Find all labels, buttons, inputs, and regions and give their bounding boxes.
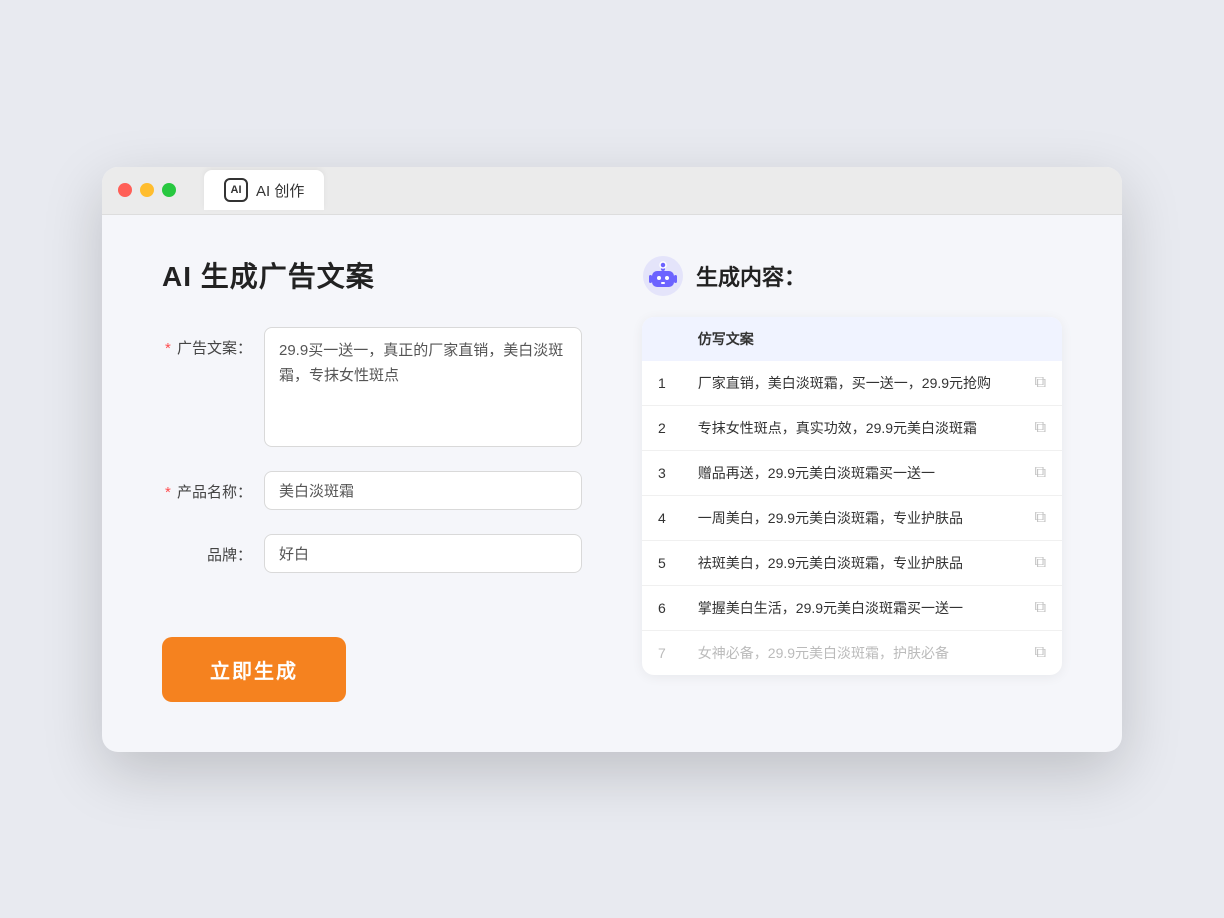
col-num <box>642 317 682 361</box>
result-number: 7 <box>642 630 682 675</box>
page-title: AI 生成广告文案 <box>162 255 582 295</box>
brand-input[interactable] <box>264 534 582 573</box>
results-table: 仿写文案 1厂家直销，美白淡斑霜，买一送一，29.9元抢购⧉2专抹女性斑点，真实… <box>642 317 1062 675</box>
table-row: 3赠品再送，29.9元美白淡斑霜买一送一 ⧉ <box>642 450 1062 495</box>
ai-tab-icon: AI <box>224 178 248 202</box>
form-group-brand: 品牌： <box>162 534 582 573</box>
table-row: 6掌握美白生活，29.9元美白淡斑霜买一送一 ⧉ <box>642 585 1062 630</box>
result-number: 1 <box>642 361 682 406</box>
label-ad-copy: * 广告文案： <box>162 327 252 358</box>
result-number: 5 <box>642 540 682 585</box>
right-panel-title: 生成内容： <box>696 260 806 292</box>
result-text: 赠品再送，29.9元美白淡斑霜买一送一 <box>682 450 1019 495</box>
copy-button[interactable]: ⧉ <box>1019 361 1062 406</box>
tab-ai[interactable]: AI AI 创作 <box>204 170 324 210</box>
close-button[interactable] <box>118 183 132 197</box>
copy-icon[interactable]: ⧉ <box>1035 644 1046 661</box>
minimize-button[interactable] <box>140 183 154 197</box>
required-star-ad-copy: * <box>165 340 171 357</box>
traffic-lights <box>118 183 176 197</box>
generate-button[interactable]: 立即生成 <box>162 637 346 702</box>
copy-button[interactable]: ⧉ <box>1019 450 1062 495</box>
browser-window: AI AI 创作 AI 生成广告文案 * 广告文案： * 产品名称： <box>102 167 1122 752</box>
result-text: 一周美白，29.9元美白淡斑霜，专业护肤品 <box>682 495 1019 540</box>
table-row: 2专抹女性斑点，真实功效，29.9元美白淡斑霜 ⧉ <box>642 405 1062 450</box>
titlebar: AI AI 创作 <box>102 167 1122 215</box>
table-row: 1厂家直销，美白淡斑霜，买一送一，29.9元抢购 ⧉ <box>642 361 1062 406</box>
result-text: 女神必备，29.9元美白淡斑霜，护肤必备 <box>682 630 1019 675</box>
table-row: 7女神必备，29.9元美白淡斑霜，护肤必备 ⧉ <box>642 630 1062 675</box>
copy-icon[interactable]: ⧉ <box>1035 554 1046 571</box>
copy-icon[interactable]: ⧉ <box>1035 419 1046 436</box>
table-row: 5祛斑美白，29.9元美白淡斑霜，专业护肤品 ⧉ <box>642 540 1062 585</box>
right-header: 生成内容： <box>642 255 1062 297</box>
copy-button[interactable]: ⧉ <box>1019 630 1062 675</box>
copy-button[interactable]: ⧉ <box>1019 540 1062 585</box>
ad-copy-input[interactable] <box>264 327 582 447</box>
result-number: 2 <box>642 405 682 450</box>
result-text: 掌握美白生活，29.9元美白淡斑霜买一送一 <box>682 585 1019 630</box>
label-product-name: * 产品名称： <box>162 471 252 502</box>
copy-button[interactable]: ⧉ <box>1019 405 1062 450</box>
result-text: 专抹女性斑点，真实功效，29.9元美白淡斑霜 <box>682 405 1019 450</box>
form-group-ad-copy: * 广告文案： <box>162 327 582 447</box>
col-text: 仿写文案 <box>682 317 1019 361</box>
copy-icon[interactable]: ⧉ <box>1035 599 1046 616</box>
copy-icon[interactable]: ⧉ <box>1035 509 1046 526</box>
maximize-button[interactable] <box>162 183 176 197</box>
result-number: 4 <box>642 495 682 540</box>
robot-icon <box>642 255 684 297</box>
result-text: 祛斑美白，29.9元美白淡斑霜，专业护肤品 <box>682 540 1019 585</box>
label-brand: 品牌： <box>162 534 252 565</box>
copy-icon[interactable]: ⧉ <box>1035 374 1046 391</box>
result-number: 3 <box>642 450 682 495</box>
table-header-row: 仿写文案 <box>642 317 1062 361</box>
col-copy <box>1019 317 1062 361</box>
left-panel: AI 生成广告文案 * 广告文案： * 产品名称： 品牌 <box>162 255 582 702</box>
product-name-input[interactable] <box>264 471 582 510</box>
form-group-product-name: * 产品名称： <box>162 471 582 510</box>
table-row: 4一周美白，29.9元美白淡斑霜，专业护肤品 ⧉ <box>642 495 1062 540</box>
result-number: 6 <box>642 585 682 630</box>
copy-button[interactable]: ⧉ <box>1019 495 1062 540</box>
copy-icon[interactable]: ⧉ <box>1035 464 1046 481</box>
result-text: 厂家直销，美白淡斑霜，买一送一，29.9元抢购 <box>682 361 1019 406</box>
right-panel: 生成内容： 仿写文案 1厂家直销，美白淡斑霜，买一送一，29.9元抢购⧉2专抹女… <box>642 255 1062 702</box>
tab-label: AI 创作 <box>256 180 304 201</box>
content-area: AI 生成广告文案 * 广告文案： * 产品名称： 品牌 <box>102 215 1122 752</box>
required-star-product: * <box>165 484 171 501</box>
copy-button[interactable]: ⧉ <box>1019 585 1062 630</box>
